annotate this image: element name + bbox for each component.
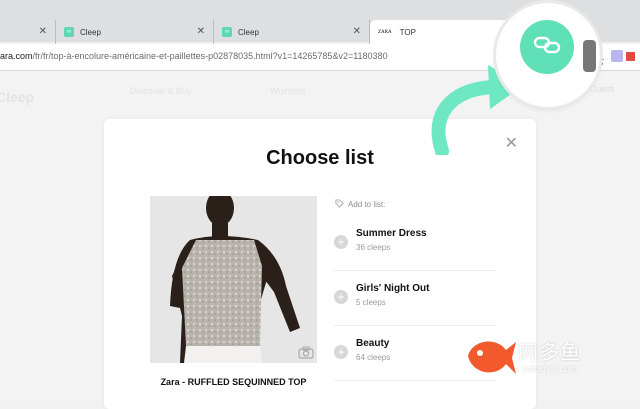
list-count: 36 cleeps (356, 243, 391, 252)
tab-cleep-2[interactable]: ∞ Cleep ✕ (214, 20, 370, 44)
product-name: Zara - RUFFLED SEQUINNED TOP (160, 377, 307, 387)
scrollbar-handle[interactable] (583, 40, 596, 72)
tab-label: Cleep (238, 27, 259, 37)
list-name: Summer Dress (356, 228, 427, 239)
zara-favicon-icon: ZARA (378, 29, 392, 35)
tab-cleep-1[interactable]: ∞ Cleep ✕ (56, 20, 214, 44)
extension-icon[interactable] (626, 52, 635, 61)
tab-label: Cleep (80, 27, 101, 37)
tab-label: TOP (399, 27, 416, 37)
plus-icon[interactable]: + (334, 235, 348, 249)
cleep-favicon-icon: ∞ (222, 27, 232, 37)
product-image (150, 196, 317, 363)
close-icon[interactable]: ✕ (197, 26, 205, 37)
nav-item: Wishlists (270, 86, 306, 96)
plus-icon[interactable]: + (334, 345, 348, 359)
close-icon[interactable]: ✕ (353, 26, 361, 37)
nav-item: Discover & Buy (130, 86, 192, 96)
cleep-extension-button[interactable] (520, 20, 574, 74)
list-item-summer-dress[interactable]: + Summer Dress 36 cleeps (334, 218, 496, 271)
camera-icon[interactable] (295, 341, 317, 363)
extension-icon[interactable] (611, 50, 623, 62)
list-name: Beauty (356, 338, 390, 349)
list-name: Girls' Night Out (356, 283, 430, 294)
add-to-list-label: Add to list: (335, 199, 385, 210)
link-icon (533, 36, 561, 59)
page-logo: Cleep (0, 89, 35, 105)
close-icon[interactable]: ✕ (39, 26, 47, 37)
url-text[interactable]: ara.com/fr/fr/top-à-encolure-américaine-… (0, 51, 388, 61)
list-item-girls-night-out[interactable]: + Girls' Night Out 5 cleeps (334, 273, 496, 326)
fish-logo-icon (468, 341, 516, 374)
list-count: 64 cleeps (356, 353, 391, 362)
nav-item: Guest (590, 84, 615, 94)
tag-icon (335, 199, 344, 210)
tab-zara-top[interactable]: ZARA TOP (370, 20, 510, 44)
watermark-subtitle: wduoyu.com (522, 364, 579, 375)
list-count: 5 cleeps (356, 298, 386, 307)
tab-previous[interactable]: ✕ (0, 20, 56, 44)
plus-icon[interactable]: + (334, 290, 348, 304)
watermark: 网多鱼 wduoyu.com (462, 330, 622, 386)
watermark-title: 网多鱼 (518, 342, 581, 364)
cleep-favicon-icon: ∞ (64, 27, 74, 37)
